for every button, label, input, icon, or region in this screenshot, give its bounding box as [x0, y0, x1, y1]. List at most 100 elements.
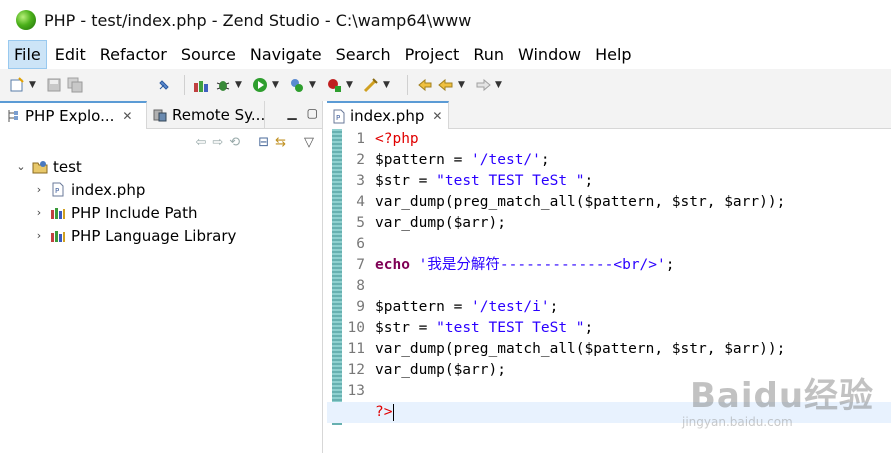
main-toolbar: ▼ ▼ ▼ ▼ ▼ ▼ ▼ ▼: [0, 69, 891, 101]
code-line-3[interactable]: $str = "test TEST TeSt ";: [375, 171, 891, 192]
baidu-watermark: Baidu经验: [690, 376, 875, 416]
line-number: 5: [356, 215, 365, 231]
operator: =: [444, 152, 472, 168]
line-number: 1: [356, 131, 365, 147]
forward-dropdown-icon[interactable]: ▼: [495, 80, 505, 90]
tree-item-label: index.php: [71, 180, 146, 199]
tab-php-explorer[interactable]: PHP Explo... ✕: [0, 101, 147, 129]
chevron-down-icon[interactable]: ⌄: [14, 160, 28, 173]
statement: var_dump($arr);: [375, 362, 506, 378]
menu-search[interactable]: Search: [330, 40, 397, 69]
view-menu-icon[interactable]: ▽: [304, 135, 314, 150]
last-edit-location-icon[interactable]: [416, 76, 434, 94]
window-title: PHP - test/index.php - Zend Studio - C:\…: [44, 10, 472, 30]
close-icon[interactable]: ✕: [432, 109, 442, 123]
statement: var_dump($arr);: [375, 215, 506, 231]
code-line-6[interactable]: [375, 234, 891, 255]
code-line-9[interactable]: $pattern = '/test/i';: [375, 297, 891, 318]
svg-text:P: P: [336, 114, 340, 122]
menu-navigate[interactable]: Navigate: [244, 40, 328, 69]
remote-systems-icon: [153, 108, 167, 122]
tree-item-php-include-path[interactable]: › PHP Include Path: [0, 201, 322, 224]
menu-window[interactable]: Window: [512, 40, 587, 69]
operator: =: [444, 299, 472, 315]
php-project-icon: [32, 159, 48, 175]
external-tools-dropdown-icon[interactable]: ▼: [346, 80, 356, 90]
line-number: 11: [347, 341, 365, 357]
tab-remote-systems[interactable]: Remote Sy...: [147, 101, 265, 128]
line-number: 13: [347, 383, 365, 399]
menu-project[interactable]: Project: [399, 40, 466, 69]
statement: var_dump(preg_match_all($pattern, $str, …: [375, 194, 786, 210]
tree-item-index-php[interactable]: › P index.php: [0, 178, 322, 201]
minimize-icon[interactable]: ▁: [287, 106, 296, 120]
debug-icon[interactable]: [214, 76, 232, 94]
back-icon[interactable]: [437, 76, 455, 94]
forward-icon[interactable]: [474, 76, 492, 94]
run-dropdown-icon[interactable]: ▼: [272, 80, 282, 90]
up-nav-icon[interactable]: ⟲: [229, 135, 240, 150]
code-line-10[interactable]: $str = "test TEST TeSt ";: [375, 318, 891, 339]
semicolon: ;: [549, 299, 559, 315]
line-number: 3: [356, 173, 365, 189]
line-number: 8: [356, 278, 365, 294]
php-explorer-view: PHP Explo... ✕ Remote Sy... ▁ ▢ ⇦ ⇨ ⟲ ⊟ …: [0, 101, 323, 453]
zend-studio-app-icon: [16, 10, 36, 30]
menu-refactor[interactable]: Refactor: [94, 40, 173, 69]
external-tools-icon[interactable]: [325, 76, 343, 94]
library-icon: [50, 205, 66, 221]
save-all-icon[interactable]: [66, 76, 84, 94]
tab-remote-systems-label: Remote Sy...: [172, 105, 266, 124]
menu-run[interactable]: Run: [467, 40, 510, 69]
tree-item-php-language-library[interactable]: › PHP Language Library: [0, 224, 322, 247]
debug-dropdown-icon[interactable]: ▼: [235, 80, 245, 90]
tree-item-label: PHP Language Library: [71, 226, 237, 245]
title-bar: PHP - test/index.php - Zend Studio - C:\…: [0, 0, 891, 40]
profile-icon[interactable]: [288, 76, 306, 94]
code-line-11[interactable]: var_dump(preg_match_all($pattern, $str, …: [375, 339, 891, 360]
menu-source[interactable]: Source: [175, 40, 242, 69]
forward-nav-icon[interactable]: ⇨: [212, 135, 223, 150]
string-literal: '我是分解符-------------<br/>': [418, 257, 666, 273]
php-library-icon[interactable]: [193, 76, 211, 94]
menu-file[interactable]: File: [8, 40, 47, 69]
explorer-tabstrip: PHP Explo... ✕ Remote Sy... ▁ ▢: [0, 101, 322, 129]
string-literal: '/test/': [471, 152, 541, 168]
back-dropdown-icon[interactable]: ▼: [458, 80, 468, 90]
deploy-icon[interactable]: [362, 76, 380, 94]
code-line-7[interactable]: echo '我是分解符-------------<br/>';: [375, 255, 891, 276]
close-icon[interactable]: ✕: [122, 109, 132, 123]
code-line-1[interactable]: <?php: [375, 129, 891, 150]
code-line-5[interactable]: var_dump($arr);: [375, 213, 891, 234]
new-wizard-icon[interactable]: [8, 76, 26, 94]
chevron-right-icon[interactable]: ›: [32, 229, 46, 242]
link-with-editor-icon[interactable]: ⇆: [275, 135, 286, 150]
php-close-tag: ?>: [375, 404, 393, 420]
tab-index-php[interactable]: P index.php ✕: [327, 101, 449, 129]
profile-dropdown-icon[interactable]: ▼: [309, 80, 319, 90]
chevron-right-icon[interactable]: ›: [32, 206, 46, 219]
back-nav-icon[interactable]: ⇦: [195, 135, 206, 150]
maximize-icon[interactable]: ▢: [307, 106, 318, 120]
variable: $str: [375, 320, 410, 336]
code-line-2[interactable]: $pattern = '/test/';: [375, 150, 891, 171]
menu-help[interactable]: Help: [589, 40, 637, 69]
tree-project-test[interactable]: ⌄ test: [0, 155, 322, 178]
variable: $str: [375, 173, 410, 189]
baidu-watermark-url: jingyan.baidu.com: [682, 415, 793, 429]
run-icon[interactable]: [251, 76, 269, 94]
code-line-8[interactable]: [375, 276, 891, 297]
explorer-view-toolbar: ⇦ ⇨ ⟲ ⊟ ⇆ ▽: [0, 129, 322, 155]
tree-item-label: PHP Include Path: [71, 203, 198, 222]
statement: var_dump(preg_match_all($pattern, $str, …: [375, 341, 786, 357]
chevron-right-icon[interactable]: ›: [32, 183, 46, 196]
new-dropdown-icon[interactable]: ▼: [29, 80, 39, 90]
deploy-dropdown-icon[interactable]: ▼: [383, 80, 393, 90]
line-number: 7: [356, 257, 365, 273]
operator: =: [409, 173, 437, 189]
code-line-4[interactable]: var_dump(preg_match_all($pattern, $str, …: [375, 192, 891, 213]
save-icon[interactable]: [45, 76, 63, 94]
pin-editor-icon[interactable]: [155, 76, 173, 94]
menu-edit[interactable]: Edit: [49, 40, 92, 69]
collapse-all-icon[interactable]: ⊟: [258, 135, 269, 150]
